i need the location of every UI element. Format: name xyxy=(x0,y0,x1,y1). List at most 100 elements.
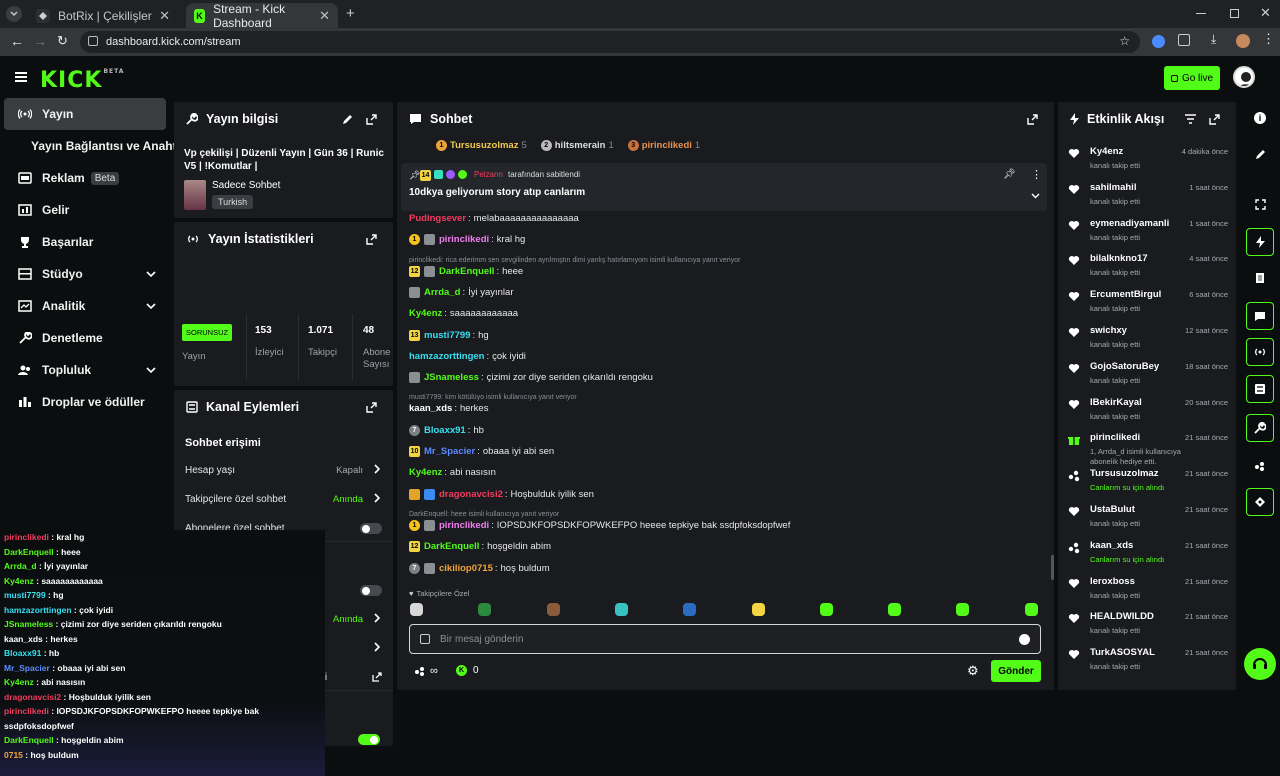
activity-item[interactable]: Tursusuzolmaz 21 saat önce Canlarım su içi… xyxy=(1068,468,1228,498)
chat-message[interactable]: 1 pirinclikedi: kral hg xyxy=(409,234,525,246)
popout-icon[interactable] xyxy=(1209,114,1221,126)
download-icon[interactable]: ⤓ xyxy=(1211,32,1216,47)
extension-icon[interactable] xyxy=(1152,35,1165,48)
emote-icon[interactable] xyxy=(1024,603,1038,616)
activity-item[interactable]: pirinclikedi 21 saat önce 1, Arrda_d isiml… xyxy=(1068,432,1228,466)
popout-icon[interactable] xyxy=(1027,114,1039,126)
show-viewer-count-toggle[interactable] xyxy=(358,734,380,745)
gifter-2[interactable]: 2 hiltsmerain 1 xyxy=(540,140,614,151)
subscribers-only-toggle[interactable] xyxy=(360,523,382,534)
chat-username[interactable]: hamzazorttingen xyxy=(409,351,484,362)
followers-only-value[interactable]: Anında xyxy=(333,494,363,505)
pinned-by-user[interactable]: Pelzann xyxy=(474,170,503,179)
activity-item[interactable]: sahilmahil 1 saat önce kanalı takip etti xyxy=(1068,182,1228,212)
chat-message[interactable]: kaan_xds: herkes xyxy=(409,403,488,414)
chat-username[interactable]: pirinclikedi xyxy=(439,234,489,245)
reply-context[interactable]: DarkEnquell: heee isimli kullanıcıya yan… xyxy=(409,511,559,518)
chat-username[interactable]: dragonavcisi2 xyxy=(439,489,503,500)
minimize-icon[interactable] xyxy=(1196,13,1206,14)
chat-message[interactable]: Ky4enz: abi nasısın xyxy=(409,467,496,478)
chat-scrollbar[interactable] xyxy=(1051,555,1054,580)
sidebar-item-basarilar[interactable]: Başarılar xyxy=(4,226,166,258)
chat-username[interactable]: JSnameless xyxy=(424,372,479,383)
chat-username[interactable]: DarkEnquell xyxy=(439,266,494,277)
activity-item[interactable]: eymenadiyamanli 1 saat önce kanalı takip e… xyxy=(1068,218,1228,248)
chevron-right-icon[interactable] xyxy=(374,464,380,474)
activity-username[interactable]: leroxboss xyxy=(1090,576,1135,587)
back-icon[interactable]: ← xyxy=(10,33,24,49)
activity-username[interactable]: Tursusuzolmaz xyxy=(1090,468,1158,479)
pinned-message[interactable]: 📌︎ 14 Pelzann tarafından sabitlendi 10dk… xyxy=(401,163,1047,211)
emote-icon[interactable] xyxy=(614,603,628,616)
chat-username[interactable]: musti7799 xyxy=(424,330,470,341)
activity-username[interactable]: GojoSatoruBey xyxy=(1090,361,1159,372)
chat-users-count[interactable]: ∞ xyxy=(414,665,438,677)
chat-message[interactable]: 12 DarkEnquell: heee xyxy=(409,265,523,277)
chat-username[interactable]: kaan_xds xyxy=(409,403,452,414)
activity-username[interactable]: TurkASOSYAL xyxy=(1090,647,1155,658)
sidebar-item-studyo[interactable]: Stüdyo xyxy=(4,258,166,290)
activity-item[interactable]: TurkASOSYAL 21 saat önce kanalı takip etti xyxy=(1068,647,1228,677)
sidebar-item-yayin[interactable]: Yayın xyxy=(4,98,166,130)
chat-username[interactable]: Mr_Spacier xyxy=(424,446,475,457)
activity-item[interactable]: swichxy 12 saat önce kanalı takip etti xyxy=(1068,325,1228,355)
support-chat-button[interactable] xyxy=(1244,648,1276,680)
sidebar-item-analitik[interactable]: Analitik xyxy=(4,290,166,322)
close-window-icon[interactable]: ✕ xyxy=(1260,5,1271,21)
emote-icon[interactable] xyxy=(546,603,560,616)
document-icon[interactable] xyxy=(1246,264,1274,292)
activity-item[interactable]: leroxboss 21 saat önce kanalı takip etti xyxy=(1068,576,1228,606)
activity-username[interactable]: sahilmahil xyxy=(1090,182,1136,193)
chat-message[interactable]: Ky4enz: saaaaaaaaaaaa xyxy=(409,308,518,319)
activity-username[interactable]: Ky4enz xyxy=(1090,146,1123,157)
chat-username[interactable]: cikiliop0715 xyxy=(439,563,493,574)
emote-icon[interactable] xyxy=(410,603,423,616)
edit-pencil-icon[interactable] xyxy=(342,114,354,126)
edit-pencil-icon[interactable] xyxy=(1246,140,1274,168)
activity-username[interactable]: swichxy xyxy=(1090,325,1127,336)
chat-username[interactable]: DarkEnquell xyxy=(424,541,479,552)
emote-icon[interactable] xyxy=(888,603,902,616)
go-live-button[interactable]: Go live xyxy=(1164,66,1220,90)
lightning-icon[interactable] xyxy=(1246,228,1274,256)
sidebar-item-stream-key[interactable]: Yayın Bağlantısı ve Anahtarı xyxy=(4,130,191,162)
sidebar-item-topluluk[interactable]: Topluluk xyxy=(4,354,166,386)
chat-username[interactable]: Arrda_d xyxy=(424,287,460,298)
emote-icon[interactable] xyxy=(956,603,970,616)
broadcast-icon[interactable] xyxy=(1246,338,1274,366)
emote-icon[interactable] xyxy=(751,603,765,616)
send-button[interactable]: Gönder xyxy=(991,660,1041,682)
activity-username[interactable]: bilalknkno17 xyxy=(1090,253,1148,264)
chat-message[interactable]: dragonavcisi2: Hoşbulduk iyilik sen xyxy=(409,488,594,500)
sidebar-item-droplar[interactable]: Droplar ve ödüller xyxy=(4,386,166,418)
chat-message[interactable]: 10 Mr_Spacier: obaaa iyi abi sen xyxy=(409,446,554,457)
emote-icon[interactable] xyxy=(819,603,833,616)
extensions-puzzle-icon[interactable] xyxy=(1178,34,1190,46)
activity-username[interactable]: UstaBulut xyxy=(1090,504,1135,515)
emote-icon[interactable] xyxy=(683,603,697,616)
chat-bubble-icon[interactable] xyxy=(1246,302,1274,330)
category-name[interactable]: Sadece Sohbet xyxy=(212,180,280,191)
chat-username[interactable]: Bloaxx91 xyxy=(424,425,466,436)
activity-item[interactable]: IBekirKayal 20 saat önce kanalı takip etti xyxy=(1068,397,1228,427)
wrench-icon[interactable] xyxy=(1246,414,1274,442)
user-avatar[interactable] xyxy=(1233,66,1255,88)
restore-icon[interactable] xyxy=(1230,9,1239,18)
profile-avatar[interactable] xyxy=(1236,34,1250,48)
kick-logo[interactable]: KICKBETA xyxy=(40,68,124,93)
sidebar-item-denetleme[interactable]: Denetleme xyxy=(4,322,166,354)
kicks-count[interactable]: K 0 xyxy=(456,665,479,676)
activity-item[interactable]: UstaBulut 21 saat önce kanalı takip etti xyxy=(1068,504,1228,534)
chat-username[interactable]: Ky4enz xyxy=(409,467,442,478)
activity-username[interactable]: ErcumentBirgul xyxy=(1090,289,1161,300)
chat-message[interactable]: 7 Bloaxx91: hb xyxy=(409,424,484,436)
activity-username[interactable]: HEALDWILDD xyxy=(1090,611,1154,622)
bookmark-star-icon[interactable]: ☆ xyxy=(1119,34,1130,48)
external-link-icon[interactable] xyxy=(372,672,382,682)
chevron-right-icon[interactable] xyxy=(374,642,380,652)
reload-icon[interactable]: ↻ xyxy=(57,33,68,49)
gift-icon[interactable] xyxy=(1246,488,1274,516)
gear-icon[interactable]: ⚙ xyxy=(967,663,979,679)
sidebar-item-gelir[interactable]: Gelir xyxy=(4,194,166,226)
gifter-3[interactable]: 3 pirinclikedi 1 xyxy=(627,140,700,151)
